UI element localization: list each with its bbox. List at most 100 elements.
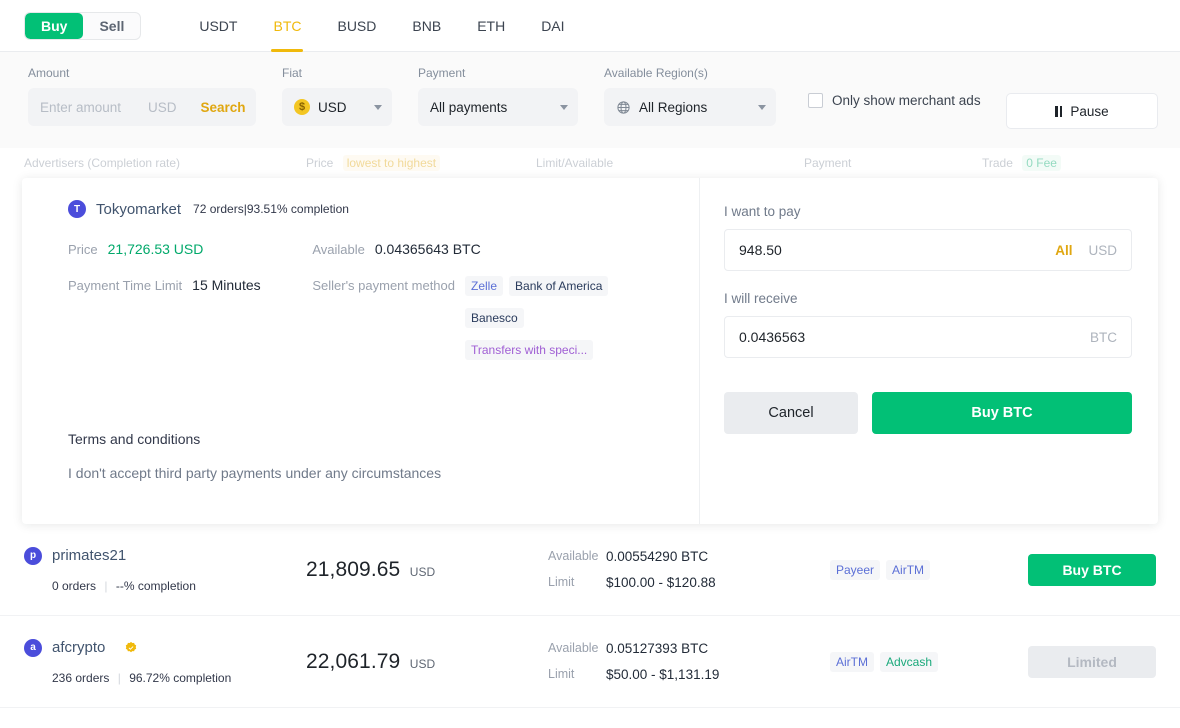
available-label: Available [312, 242, 365, 257]
chevron-down-icon [758, 104, 766, 110]
zero-fee-badge: 0 Fee [1022, 155, 1061, 171]
amount-currency-label: USD [148, 99, 177, 115]
amount-filter-group: Amount USD Search [28, 66, 256, 126]
time-limit-value: 15 Minutes [192, 277, 261, 293]
globe-icon [616, 100, 631, 115]
terms-title: Terms and conditions [68, 431, 201, 447]
price-row: Price 21,726.53 USD [68, 240, 312, 259]
header-limit-available: Limit/Available [536, 156, 614, 170]
price-value: 21,726.53 USD [107, 241, 204, 257]
available-row: Available 0.05127393 BTC [548, 641, 830, 656]
top-tab-bar: Buy Sell USDT BTC BUSD BNB ETH DAI [0, 0, 1180, 52]
buy-btc-button[interactable]: Buy BTC [872, 392, 1132, 434]
sell-tab[interactable]: Sell [83, 13, 140, 39]
table-row[interactable]: a afcrypto 236 orders | 96.72% completio… [0, 616, 1180, 708]
region-filter-group: Available Region(s) All Regions [604, 66, 776, 126]
coin-tab-bnb[interactable]: BNB [394, 0, 459, 52]
offer-details-pane: T Tokyomarket 72 orders | 93.51% complet… [22, 178, 700, 524]
advertiser-name[interactable]: afcrypto [52, 639, 105, 656]
table-row[interactable]: p primates21 0 orders | --% completion 2… [0, 524, 1180, 616]
header-price: Price lowest to highest [306, 155, 536, 171]
available-value: 0.00554290 BTC [606, 549, 709, 564]
payment-tag: Banesco [465, 308, 524, 328]
payment-select-value: All payments [430, 99, 508, 115]
buy-sell-toggle[interactable]: Buy Sell [24, 11, 142, 40]
available-row: Available 0.00554290 BTC [548, 549, 830, 564]
limit-value: $100.00 - $120.88 [606, 575, 716, 590]
search-button[interactable]: Search [187, 100, 260, 115]
advertiser-line: a afcrypto [24, 638, 306, 657]
dollar-coin-icon: $ [294, 99, 310, 115]
pause-button[interactable]: Pause [1006, 93, 1158, 129]
coin-tab-dai[interactable]: DAI [523, 0, 582, 52]
advertiser-orders: 236 orders [52, 670, 110, 685]
receive-amount-input[interactable] [739, 329, 1090, 345]
advertiser-completion: 93.51% completion [246, 202, 349, 216]
limit-label: Limit [548, 575, 575, 589]
fiat-select[interactable]: $ USD [282, 88, 392, 126]
price-currency: USD [409, 656, 436, 671]
cancel-button[interactable]: Cancel [724, 392, 858, 434]
verified-badge-icon [124, 641, 138, 655]
payment-tag: Transfers with speci... [465, 340, 594, 360]
meta-divider: | [117, 670, 121, 685]
time-limit-label: Payment Time Limit [68, 278, 183, 293]
receive-input-box[interactable]: BTC [724, 316, 1132, 358]
price-currency: USD [409, 564, 436, 579]
advertiser-orders: 0 orders [52, 578, 97, 593]
amount-input[interactable] [40, 99, 148, 115]
pay-all-button[interactable]: All [1055, 243, 1072, 258]
row-limit-cell: Available 0.05127393 BTC Limit $50.00 - … [548, 641, 830, 682]
merchant-ads-checkbox-row[interactable]: Only show merchant ads [808, 93, 981, 108]
advertiser-line: p primates21 [24, 546, 306, 565]
pay-field-label: I want to pay [724, 204, 801, 219]
payment-methods-label: Seller's payment method [312, 278, 455, 293]
payment-method-tags: Zelle Bank of America Banesco Transfers … [465, 276, 675, 360]
buy-tab[interactable]: Buy [25, 12, 84, 39]
price-value: 22,061.79 [306, 649, 401, 673]
payment-select[interactable]: All payments [418, 88, 578, 126]
region-label: Available Region(s) [604, 66, 708, 80]
price-label: Price [68, 242, 98, 257]
row-buy-button[interactable]: Buy BTC [1028, 553, 1156, 586]
order-form-actions: Cancel Buy BTC [724, 392, 1132, 434]
coin-tab-eth[interactable]: ETH [459, 0, 523, 52]
merchant-ads-checkbox[interactable] [808, 93, 823, 108]
row-trade-cell: Buy BTC [992, 553, 1156, 586]
advertiser-name[interactable]: primates21 [52, 547, 126, 564]
header-advertisers: Advertisers (Completion rate) [24, 156, 181, 170]
avatar: a [24, 638, 42, 657]
available-label: Available [548, 549, 599, 563]
available-row: Available 0.04365643 BTC [312, 240, 675, 259]
offer-detail-left-column: Price 21,726.53 USD Payment Time Limit 1… [68, 240, 312, 377]
header-price-label: Price [306, 156, 334, 170]
pay-input-box[interactable]: All USD [724, 229, 1132, 271]
amount-label: Amount [28, 66, 70, 80]
advertiser-name[interactable]: Tokyomarket [96, 201, 181, 218]
coin-tab-usdt[interactable]: USDT [181, 0, 255, 52]
payment-tag: Bank of America [509, 276, 609, 296]
row-payment-cell: Payeer AirTM [830, 559, 992, 580]
fiat-label: Fiat [282, 66, 303, 80]
offer-detail-right-column: Available 0.04365643 BTC Seller's paymen… [312, 240, 675, 377]
form-spacer [724, 271, 1132, 291]
row-advertiser-cell: a afcrypto 236 orders | 96.72% completio… [24, 638, 306, 685]
advertiser-orders: 72 orders [193, 202, 244, 216]
time-limit-row: Payment Time Limit 15 Minutes [68, 276, 312, 295]
pay-currency-label: USD [1088, 242, 1117, 258]
price-sort-badge[interactable]: lowest to highest [342, 155, 441, 171]
row-price-cell: 22,061.79 USD [306, 650, 548, 674]
limit-label: Limit [548, 667, 575, 681]
coin-tab-busd[interactable]: BUSD [319, 0, 394, 52]
amount-search-box[interactable]: USD Search [28, 88, 256, 126]
payment-tag: AirTM [886, 559, 931, 580]
avatar: p [24, 546, 42, 565]
coin-tab-btc[interactable]: BTC [255, 0, 319, 52]
advertiser-completion: --% completion [115, 578, 196, 593]
pay-amount-input[interactable] [739, 242, 1056, 258]
available-value: 0.04365643 BTC [374, 241, 481, 257]
avatar: T [68, 200, 86, 218]
fiat-select-value: USD [318, 99, 347, 115]
available-value: 0.05127393 BTC [606, 641, 709, 656]
region-select[interactable]: All Regions [604, 88, 776, 126]
